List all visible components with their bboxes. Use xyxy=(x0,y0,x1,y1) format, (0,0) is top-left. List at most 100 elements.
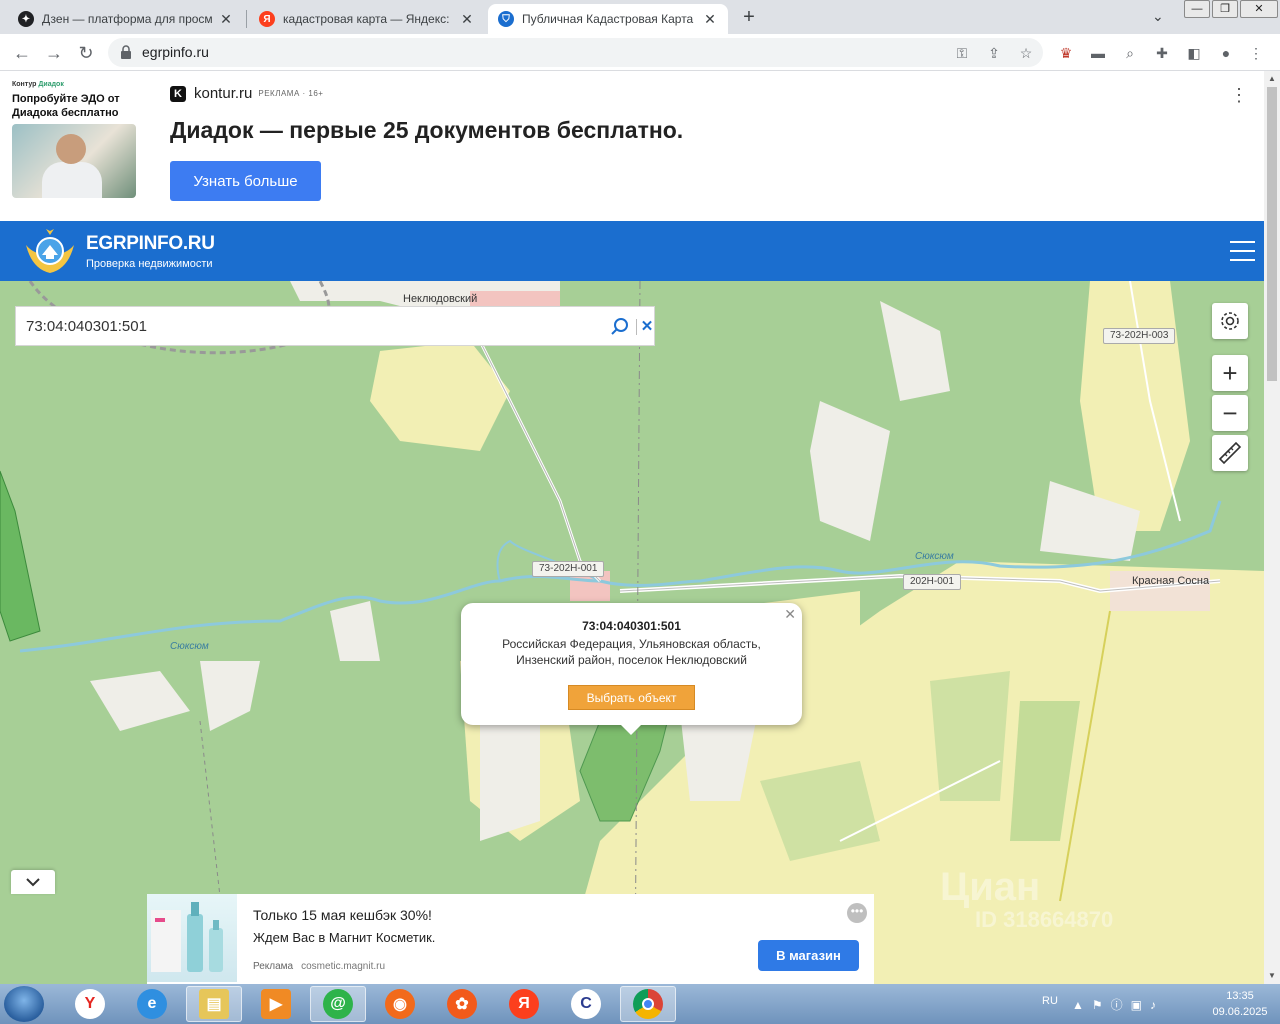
clock-date[interactable]: 09.06.2025 xyxy=(1200,1006,1280,1018)
tab-kadastr[interactable]: ⛉ Публичная Кадастровая Карта Р ✕ xyxy=(488,4,728,34)
page-scrollbar[interactable]: ▲ ▼ xyxy=(1264,71,1280,984)
address-bar[interactable]: egrpinfo.ru ⚿ ⇪ ☆ xyxy=(108,38,1043,67)
menu-icon[interactable]: ⋮ xyxy=(1247,44,1265,62)
collapse-panel-button[interactable] xyxy=(11,870,55,894)
ruler-button[interactable] xyxy=(1212,435,1248,471)
extension-icon[interactable]: ▬ xyxy=(1089,44,1107,62)
yandex-icon: Я xyxy=(509,989,539,1019)
site-subtitle: Проверка недвижимости xyxy=(86,258,213,270)
profile-icon[interactable]: ● xyxy=(1217,44,1235,62)
zoom-out-button[interactable]: − xyxy=(1212,395,1248,431)
close-icon[interactable]: ✕ xyxy=(459,11,475,28)
more-options-icon[interactable]: ••• xyxy=(847,903,867,923)
url-text: egrpinfo.ru xyxy=(142,44,209,60)
taskbar-yandex-browser[interactable]: Y xyxy=(62,986,118,1022)
shop-button[interactable]: В магазин xyxy=(758,940,859,971)
new-tab-button[interactable]: + xyxy=(738,6,760,28)
shield-icon: ⛉ xyxy=(498,11,514,27)
watermark: Циан xyxy=(940,865,1041,909)
tab-separator xyxy=(246,10,247,28)
settings-button[interactable] xyxy=(1212,303,1248,339)
extension-icon[interactable]: ♛ xyxy=(1057,44,1075,62)
ad-label: Реклама cosmetic.magnit.ru xyxy=(253,961,386,972)
cosmetics-image xyxy=(151,902,223,972)
road-badge: 73-202Н-003 xyxy=(1103,328,1176,344)
ad-line-2: Ждем Вас в Магнит Косметик. xyxy=(253,930,436,945)
taskbar-mail[interactable]: @ xyxy=(310,986,366,1022)
ruler-icon xyxy=(1218,441,1242,465)
taskbar-firefox[interactable]: ◉ xyxy=(372,986,428,1022)
tab-label: Дзен — платформа для просм xyxy=(42,12,212,26)
cadastral-search: ✕ xyxy=(15,306,655,346)
close-window-button[interactable]: ✕ xyxy=(1240,0,1278,18)
sidebar-icon[interactable]: ◧ xyxy=(1185,44,1203,62)
road-badge: 73-202Н-001 xyxy=(532,561,605,577)
scroll-thumb[interactable] xyxy=(1267,87,1277,381)
back-button[interactable]: ← xyxy=(10,41,34,65)
tray-icons[interactable]: ▲⚑ⓘ▣♪ xyxy=(1072,996,1164,1013)
dzen-icon: ✦ xyxy=(18,11,34,27)
more-options-icon[interactable]: ⋮ xyxy=(1230,85,1248,106)
tab-label: кадастровая карта — Яндекс: на xyxy=(283,12,453,26)
puzzle-icon[interactable]: ✚ xyxy=(1153,44,1171,62)
object-popup: ✕ 73:04:040301:501 Российская Федерация,… xyxy=(461,603,802,735)
reload-button[interactable]: ↻ xyxy=(74,41,98,65)
map-label-village: Неклюдовский xyxy=(403,293,478,305)
scroll-up-icon[interactable]: ▲ xyxy=(1264,71,1280,87)
taskbar-ie[interactable]: e xyxy=(124,986,180,1022)
browser-tabstrip: ✦ Дзен — платформа для просм ✕ Я кадастр… xyxy=(0,0,1280,34)
taskbar-chrome[interactable] xyxy=(620,986,676,1022)
clear-search-icon[interactable]: ✕ xyxy=(640,317,654,335)
map-label-river: Сюксюм xyxy=(915,551,954,562)
forward-button[interactable]: → xyxy=(42,41,66,65)
taskbar-app2[interactable]: C xyxy=(558,986,614,1022)
clock-time[interactable]: 13:35 xyxy=(1210,990,1270,1002)
ad-title[interactable]: Диадок — первые 25 документов бесплатно. xyxy=(170,117,683,144)
select-object-button[interactable]: Выбрать объект xyxy=(568,685,695,710)
hamburger-menu-icon[interactable] xyxy=(1230,241,1255,261)
search-icon[interactable] xyxy=(610,317,630,337)
star-icon[interactable]: ☆ xyxy=(1018,45,1034,61)
ad-brand: Контур Диадок xyxy=(12,81,64,88)
taskbar-yandex[interactable]: Я xyxy=(496,986,552,1022)
minus-icon: − xyxy=(1222,397,1238,428)
tab-label: Публичная Кадастровая Карта Р xyxy=(522,12,696,26)
cadastral-map[interactable]: Неклюдовский Красная Сосна Сюксюм Сюксюм… xyxy=(0,281,1264,984)
close-icon[interactable]: ✕ xyxy=(702,11,718,28)
site-header: EGRPINFO.RU Проверка недвижимости xyxy=(0,221,1264,281)
chevron-down-icon[interactable]: ⌄ xyxy=(1152,8,1164,25)
chevron-down-icon xyxy=(26,878,40,887)
scroll-down-icon[interactable]: ▼ xyxy=(1264,968,1280,984)
zoom-in-button[interactable]: + xyxy=(1212,355,1248,391)
language-indicator[interactable]: RU xyxy=(1042,995,1058,1007)
app-icon: C xyxy=(571,989,601,1019)
site-logo-icon[interactable] xyxy=(22,225,78,277)
ad-domain[interactable]: K kontur.ru РЕКЛАМА · 16+ xyxy=(170,85,323,102)
popup-pointer xyxy=(621,725,641,735)
yandex-browser-icon: Y xyxy=(75,989,105,1019)
kontur-logo-icon: K xyxy=(170,85,186,102)
key-blocked-icon[interactable]: ⚿ xyxy=(954,45,970,61)
tab-dzen[interactable]: ✦ Дзен — платформа для просм ✕ xyxy=(8,4,244,34)
search-input[interactable] xyxy=(16,307,606,345)
start-button[interactable] xyxy=(4,986,44,1022)
road-badge: 202Н-001 xyxy=(903,574,961,590)
ad-learn-more-button[interactable]: Узнать больше xyxy=(170,161,321,201)
share-icon[interactable]: ⇪ xyxy=(986,45,1002,61)
ad-headline: Попробуйте ЭДО от Диадока бесплатно xyxy=(12,93,120,119)
site-name[interactable]: EGRPINFO.RU xyxy=(86,233,215,255)
taskbar-explorer[interactable]: ▤ xyxy=(186,986,242,1022)
minimize-button[interactable]: — xyxy=(1184,0,1210,18)
tab-yandex[interactable]: Я кадастровая карта — Яндекс: на ✕ xyxy=(249,4,485,34)
extension-icon[interactable]: ⌕ xyxy=(1121,44,1139,62)
taskbar-app[interactable]: ✿ xyxy=(434,986,490,1022)
app-icon: ✿ xyxy=(447,989,477,1019)
ie-icon: e xyxy=(137,989,167,1019)
ad-thumbnail[interactable]: Контур Диадок Попробуйте ЭДО от Диадока … xyxy=(12,81,138,221)
ad-banner-bottom[interactable]: Только 15 мая кешбэк 30%! Ждем Вас в Маг… xyxy=(147,894,874,984)
media-player-icon: ▶ xyxy=(261,989,291,1019)
mail-icon: @ xyxy=(323,989,353,1019)
taskbar-media[interactable]: ▶ xyxy=(248,986,304,1022)
close-icon[interactable]: ✕ xyxy=(218,11,234,28)
restore-button[interactable]: ❐ xyxy=(1212,0,1238,18)
